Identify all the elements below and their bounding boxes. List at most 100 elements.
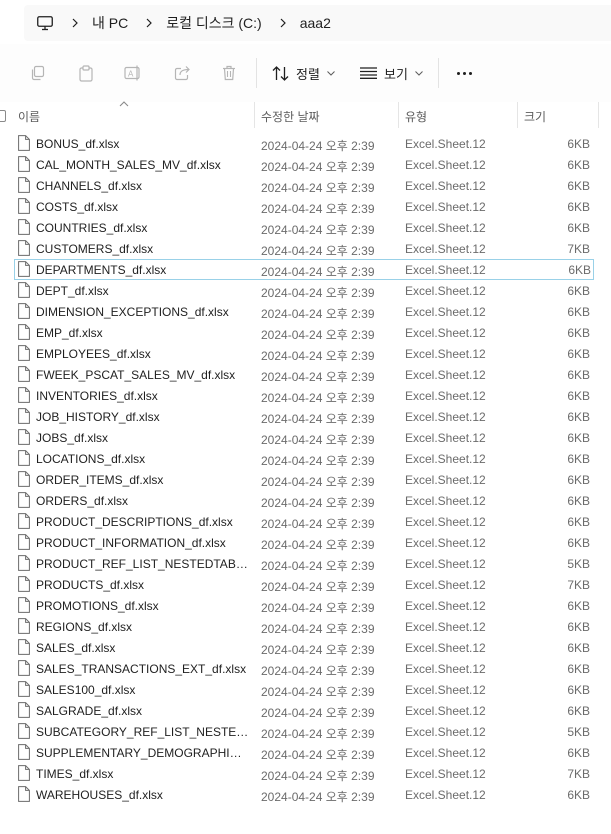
file-name: SALES_TRANSACTIONS_EXT_df.xlsx <box>36 662 247 676</box>
file-row[interactable]: CHANNELS_df.xlsx 2024-04-24 오후 2:39 Excel.… <box>0 175 611 196</box>
file-row[interactable]: SUPPLEMENTARY_DEMOGRAPHICS_... 2024-04-24… <box>0 742 611 763</box>
file-row[interactable]: WAREHOUSES_df.xlsx 2024-04-24 오후 2:39 Exce… <box>0 784 611 805</box>
column-header-name[interactable]: 이름 <box>18 108 40 125</box>
file-row[interactable]: SALES_df.xlsx 2024-04-24 오후 2:39 Excel.She… <box>0 637 611 658</box>
paste-icon[interactable] <box>74 61 98 85</box>
more-options-icon[interactable] <box>452 61 476 85</box>
file-row[interactable]: COUNTRIES_df.xlsx 2024-04-24 오후 2:39 Excel… <box>0 217 611 238</box>
chevron-right-icon[interactable] <box>70 16 80 30</box>
file-modified-date: 2024-04-24 오후 2:39 <box>261 286 375 300</box>
file-row[interactable]: PRODUCT_REF_LIST_NESTEDTAB_df.xl... 2024-… <box>0 553 611 574</box>
column-header-type[interactable]: 유형 <box>405 108 427 125</box>
file-icon <box>18 492 30 508</box>
file-row[interactable]: ORDER_ITEMS_df.xlsx 2024-04-24 오후 2:39 Exc… <box>0 469 611 490</box>
file-type: Excel.Sheet.12 <box>405 221 486 235</box>
file-modified-date: 2024-04-24 오후 2:39 <box>261 643 375 657</box>
file-row[interactable]: JOBS_df.xlsx 2024-04-24 오후 2:39 Excel.Shee… <box>0 427 611 448</box>
share-icon[interactable] <box>170 61 194 85</box>
chevron-right-icon[interactable] <box>278 16 288 30</box>
chevron-right-icon[interactable] <box>144 16 154 30</box>
computer-icon[interactable] <box>36 14 54 32</box>
file-type: Excel.Sheet.12 <box>405 599 486 613</box>
file-row[interactable]: CAL_MONTH_SALES_MV_df.xlsx 2024-04-24 오후 … <box>0 154 611 175</box>
file-row[interactable]: JOB_HISTORY_df.xlsx 2024-04-24 오후 2:39 Exc… <box>0 406 611 427</box>
file-size: 6KB <box>567 494 590 508</box>
rename-icon[interactable]: A <box>121 61 145 85</box>
file-row[interactable]: FWEEK_PSCAT_SALES_MV_df.xlsx 2024-04-24 오… <box>0 364 611 385</box>
file-modified-date: 2024-04-24 오후 2:39 <box>261 370 375 384</box>
file-row[interactable]: SALES_TRANSACTIONS_EXT_df.xlsx 2024-04-24… <box>0 658 611 679</box>
column-header-size[interactable]: 크기 <box>524 108 546 125</box>
file-modified-date: 2024-04-24 오후 2:39 <box>261 664 375 678</box>
file-row[interactable]: EMPLOYEES_df.xlsx 2024-04-24 오후 2:39 Excel… <box>0 343 611 364</box>
sort-button[interactable]: 정렬 <box>272 61 335 85</box>
column-resize-handle[interactable] <box>254 102 255 128</box>
file-row[interactable]: PRODUCT_DESCRIPTIONS_df.xlsx 2024-04-24 오… <box>0 511 611 532</box>
file-name: SALES_df.xlsx <box>36 641 116 655</box>
column-header-modified[interactable]: 수정한 날짜 <box>261 108 320 125</box>
file-row[interactable]: CUSTOMERS_df.xlsx 2024-04-24 오후 2:39 Excel… <box>0 238 611 259</box>
delete-icon[interactable] <box>217 61 241 85</box>
file-size: 6KB <box>567 704 590 718</box>
view-button[interactable]: 보기 <box>360 61 423 85</box>
file-size: 6KB <box>567 641 590 655</box>
column-resize-handle[interactable] <box>398 102 399 128</box>
breadcrumb-item-local-disk[interactable]: 로컬 디스크 (C:) <box>166 13 262 33</box>
file-row[interactable]: LOCATIONS_df.xlsx 2024-04-24 오후 2:39 Excel… <box>0 448 611 469</box>
file-size: 7KB <box>567 242 590 256</box>
file-type: Excel.Sheet.12 <box>405 452 486 466</box>
file-row[interactable]: PROMOTIONS_df.xlsx 2024-04-24 오후 2:39 Exce… <box>0 595 611 616</box>
file-modified-date: 2024-04-24 오후 2:39 <box>261 517 375 531</box>
file-name: COUNTRIES_df.xlsx <box>36 221 148 235</box>
file-row[interactable]: SUBCATEGORY_REF_LIST_NESTEDTAB... 2024-04… <box>0 721 611 742</box>
file-icon <box>18 177 30 193</box>
file-size: 6KB <box>567 326 590 340</box>
file-name: CAL_MONTH_SALES_MV_df.xlsx <box>36 158 221 172</box>
file-row[interactable]: COSTS_df.xlsx 2024-04-24 오후 2:39 Excel.She… <box>0 196 611 217</box>
breadcrumb[interactable]: 내 PC 로컬 디스크 (C:) aaa2 <box>24 5 611 41</box>
file-name: EMP_df.xlsx <box>36 326 103 340</box>
file-name: COSTS_df.xlsx <box>36 200 119 214</box>
file-type: Excel.Sheet.12 <box>405 410 486 424</box>
file-icon <box>18 660 30 676</box>
column-resize-handle[interactable] <box>517 102 518 128</box>
copy-icon[interactable] <box>26 61 50 85</box>
breadcrumb-item-this-pc[interactable]: 내 PC <box>92 13 128 33</box>
file-name: WAREHOUSES_df.xlsx <box>36 788 163 802</box>
file-row[interactable]: SALGRADE_df.xlsx 2024-04-24 오후 2:39 Excel.… <box>0 700 611 721</box>
file-name: BONUS_df.xlsx <box>36 137 120 151</box>
file-row[interactable]: PRODUCT_INFORMATION_df.xlsx 2024-04-24 오후… <box>0 532 611 553</box>
file-type: Excel.Sheet.12 <box>405 179 486 193</box>
file-name: JOB_HISTORY_df.xlsx <box>36 410 160 424</box>
file-name: SALES100_df.xlsx <box>36 683 136 697</box>
file-size: 6KB <box>567 662 590 676</box>
file-modified-date: 2024-04-24 오후 2:39 <box>261 391 375 405</box>
file-row[interactable]: INVENTORIES_df.xlsx 2024-04-24 오후 2:39 Exc… <box>0 385 611 406</box>
sort-ascending-icon <box>119 101 129 107</box>
breadcrumb-item-current-folder[interactable]: aaa2 <box>300 15 331 31</box>
file-modified-date: 2024-04-24 오후 2:39 <box>261 181 375 195</box>
file-name: PROMOTIONS_df.xlsx <box>36 599 159 613</box>
file-row[interactable]: SALES100_df.xlsx 2024-04-24 오후 2:39 Excel.… <box>0 679 611 700</box>
file-row[interactable]: PRODUCTS_df.xlsx 2024-04-24 오후 2:39 Excel.… <box>0 574 611 595</box>
file-row[interactable]: DEPT_df.xlsx 2024-04-24 오후 2:39 Excel.Shee… <box>0 280 611 301</box>
file-row[interactable]: DEPARTMENTS_df.xlsx 2024-04-24 오후 2:39 Exc… <box>14 259 594 280</box>
file-icon <box>18 681 30 697</box>
file-name: DEPT_df.xlsx <box>36 284 109 298</box>
chevron-down-icon <box>327 70 335 76</box>
file-row[interactable]: DIMENSION_EXCEPTIONS_df.xlsx 2024-04-24 오… <box>0 301 611 322</box>
file-row[interactable]: REGIONS_df.xlsx 2024-04-24 오후 2:39 Excel.S… <box>0 616 611 637</box>
file-type: Excel.Sheet.12 <box>405 494 486 508</box>
file-row[interactable]: BONUS_df.xlsx 2024-04-24 오후 2:39 Excel.She… <box>0 133 611 154</box>
file-type: Excel.Sheet.12 <box>405 431 486 445</box>
file-icon <box>18 366 30 382</box>
file-type: Excel.Sheet.12 <box>405 641 486 655</box>
column-header-row: 이름 수정한 날짜 유형 크기 <box>0 101 611 128</box>
select-all-checkbox[interactable] <box>0 110 6 122</box>
file-row[interactable]: ORDERS_df.xlsx 2024-04-24 오후 2:39 Excel.Sh… <box>0 490 611 511</box>
file-list: BONUS_df.xlsx 2024-04-24 오후 2:39 Excel.She… <box>0 133 611 805</box>
column-resize-handle[interactable] <box>598 102 599 128</box>
file-row[interactable]: TIMES_df.xlsx 2024-04-24 오후 2:39 Excel.She… <box>0 763 611 784</box>
file-icon <box>18 786 30 802</box>
file-row[interactable]: EMP_df.xlsx 2024-04-24 오후 2:39 Excel.Sheet… <box>0 322 611 343</box>
